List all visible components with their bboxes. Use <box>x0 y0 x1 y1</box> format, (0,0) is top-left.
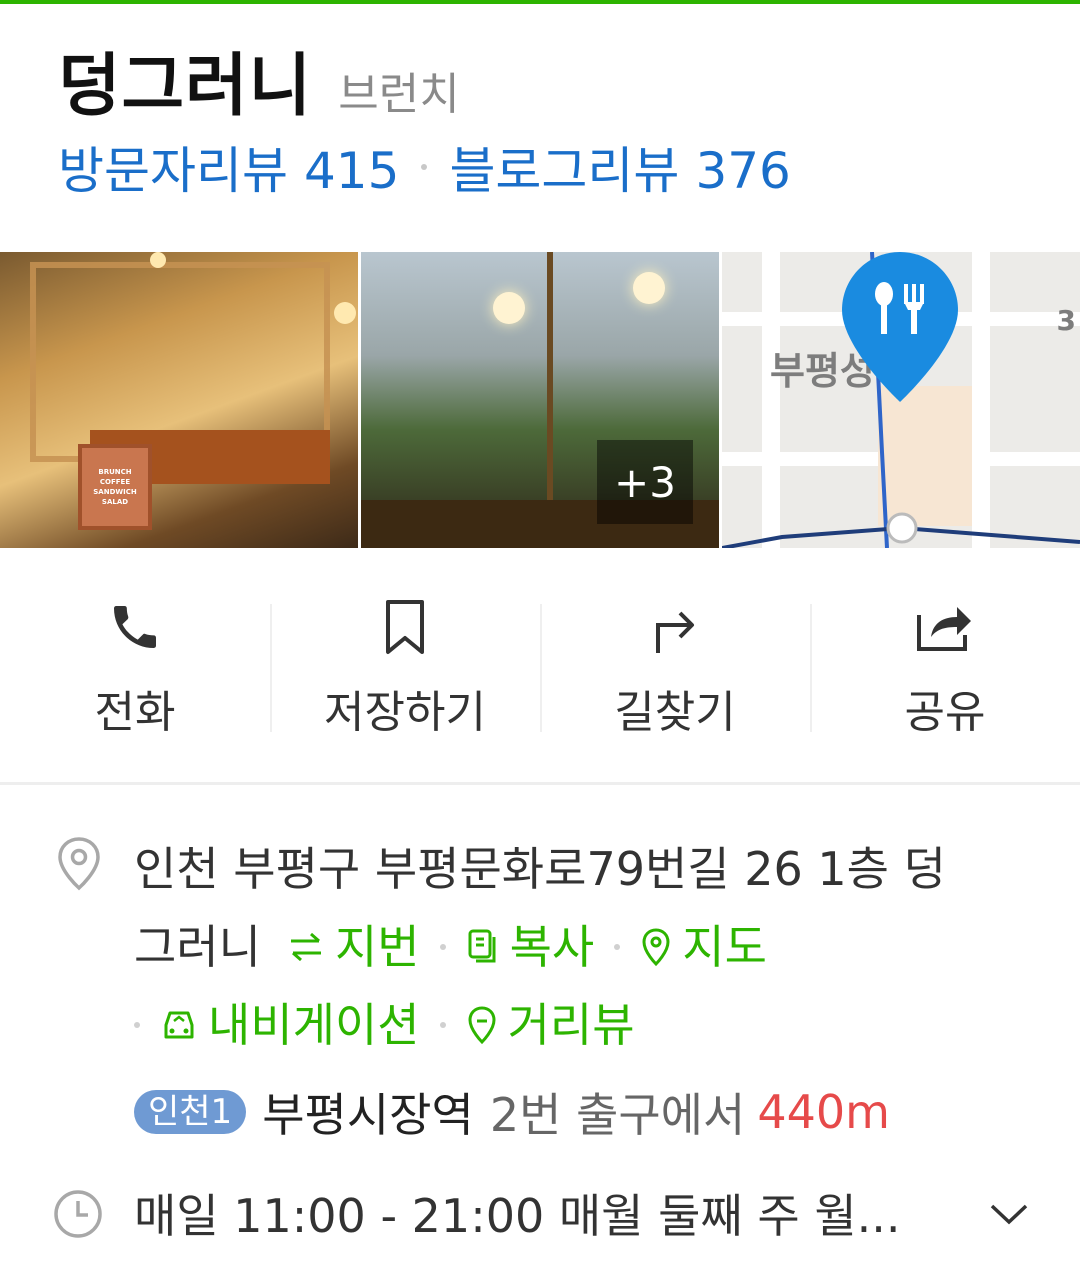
link-separator-dot <box>439 1022 446 1028</box>
sign-text: BRUNCH <box>98 468 132 476</box>
action-call-button[interactable]: 전화 <box>0 590 270 740</box>
action-save-label: 저장하기 <box>324 687 486 738</box>
restaurant-pin-icon <box>842 252 958 402</box>
photo-strip: BRUNCH COFFEE SANDWICH SALAD +3 부평성 3 <box>0 252 1080 548</box>
address-line-2: 그러니 지번 복사 지도 <box>134 908 1044 986</box>
street-view-icon <box>468 1006 496 1045</box>
jibun-label: 지번 <box>334 920 420 974</box>
pendant-lamp-image <box>493 292 525 324</box>
action-divider <box>540 604 542 732</box>
place-category: 브런치 <box>338 69 460 120</box>
blog-review-count: 376 <box>695 142 791 200</box>
directions-icon <box>650 598 700 656</box>
more-photos-count: +3 <box>614 457 676 507</box>
link-separator-dot <box>439 944 446 950</box>
mini-map[interactable]: 부평성 3 <box>722 252 1080 548</box>
clock-icon <box>54 1190 102 1238</box>
address-line-1: 인천 부평구 부평문화로79번길 26 1층 덩 <box>134 842 946 896</box>
visitor-review-count: 415 <box>304 142 400 200</box>
swap-arrows-icon <box>290 932 321 962</box>
photo-interior-1[interactable]: BRUNCH COFFEE SANDWICH SALAD <box>0 252 358 548</box>
action-call-label: 전화 <box>94 687 176 738</box>
copy-icon <box>468 929 496 963</box>
sign-text: COFFEE <box>99 478 131 486</box>
menu-sign-image: BRUNCH COFFEE SANDWICH SALAD <box>78 444 152 530</box>
review-summary: 방문자리뷰 415 블로그리뷰 376 <box>58 132 791 202</box>
share-icon <box>915 598 975 656</box>
action-directions-button[interactable]: 길찾기 <box>540 590 810 740</box>
subway-info: 인천1 부평시장역 2번 출구에서 440m <box>134 1080 890 1144</box>
pendant-lamp-image <box>633 272 665 304</box>
address-line-3: 내비게이션 거리뷰 <box>134 986 1044 1064</box>
address-text-continued: 그러니 <box>134 920 261 974</box>
subway-exit-text: 2번 출구에서 <box>489 1088 746 1142</box>
jibun-link[interactable]: 지번 <box>287 908 420 986</box>
subway-line-badge: 인천1 <box>134 1090 247 1134</box>
lamp-image <box>150 252 166 268</box>
action-divider <box>810 604 812 732</box>
action-share-label: 공유 <box>904 687 986 738</box>
review-separator-dot <box>421 164 428 170</box>
navigation-link[interactable]: 내비게이션 <box>160 986 420 1064</box>
visitor-review-label: 방문자리뷰 <box>58 142 288 200</box>
link-separator-dot <box>134 1022 140 1028</box>
chevron-down-icon[interactable] <box>988 1200 1030 1228</box>
blog-review-label: 블로그리뷰 <box>449 142 680 200</box>
map-area-label: 3 <box>1056 304 1076 337</box>
subway-station-name: 부평시장역 <box>262 1088 474 1142</box>
top-accent-line <box>0 0 1080 4</box>
address-block: 인천 부평구 부평문화로79번길 26 1층 덩 그러니 지번 복사 지도 내비… <box>134 830 1044 1064</box>
subway-distance: 440m <box>757 1085 890 1139</box>
map-pin-icon <box>642 928 670 967</box>
action-bar: 전화 저장하기 길찾기 공유 <box>0 590 1080 740</box>
location-pin-icon <box>58 837 100 891</box>
place-header: 덩그러니 브런치 <box>58 30 460 126</box>
sign-text: SANDWICH <box>93 488 137 496</box>
bookmark-icon <box>382 598 428 656</box>
more-photos-overlay[interactable]: +3 <box>597 440 693 524</box>
photo-interior-2[interactable]: +3 <box>361 252 719 548</box>
place-name: 덩그러니 <box>58 47 313 126</box>
navigation-label: 내비게이션 <box>208 998 420 1052</box>
phone-icon <box>107 598 163 656</box>
sign-text: SALAD <box>101 498 129 506</box>
action-share-button[interactable]: 공유 <box>810 590 1080 740</box>
street-view-link[interactable]: 거리뷰 <box>466 986 635 1064</box>
action-divider <box>270 604 272 732</box>
map-link[interactable]: 지도 <box>640 908 767 986</box>
car-icon <box>164 1011 194 1039</box>
visitor-review-link[interactable]: 방문자리뷰 415 <box>58 131 399 203</box>
action-directions-label: 길찾기 <box>614 687 736 738</box>
copy-link[interactable]: 복사 <box>466 908 595 986</box>
link-separator-dot <box>614 944 621 950</box>
action-save-button[interactable]: 저장하기 <box>270 590 540 740</box>
map-label: 지도 <box>682 920 767 974</box>
street-view-label: 거리뷰 <box>507 998 635 1052</box>
business-hours: 매일 11:00 - 21:00 매월 둘째 주 월... <box>134 1189 901 1243</box>
copy-label: 복사 <box>509 920 595 974</box>
section-divider <box>0 782 1080 785</box>
lamp-image <box>334 302 356 324</box>
blog-review-link[interactable]: 블로그리뷰 376 <box>449 131 790 203</box>
